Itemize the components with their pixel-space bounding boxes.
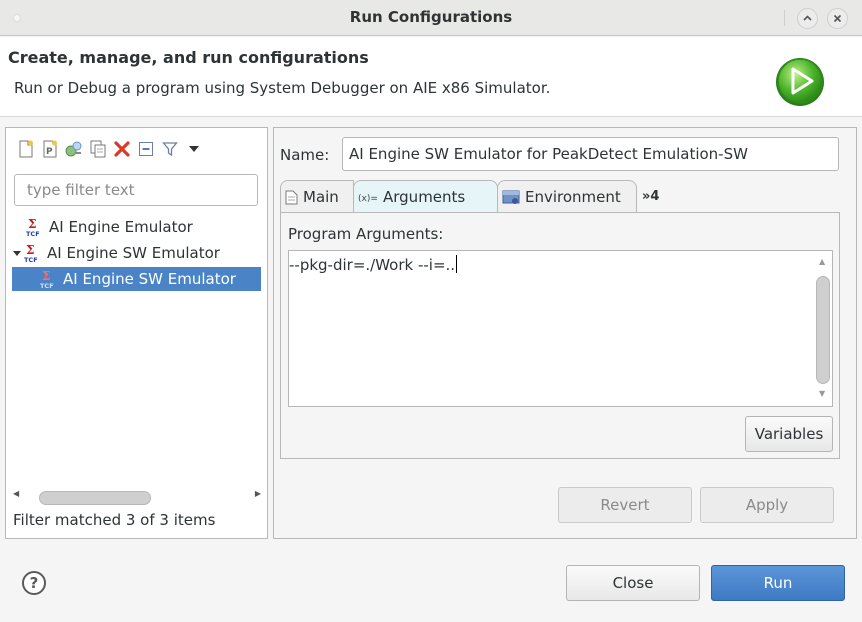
tree-item-label: AI Engine Emulator <box>49 218 193 236</box>
scroll-down-arrow-icon[interactable]: ▼ <box>819 389 825 398</box>
program-arguments-label: Program Arguments: <box>288 225 444 243</box>
filter-status: Filter matched 3 of 3 items <box>13 511 216 529</box>
tree-item-ai-engine-sw-emulator-selected[interactable]: Σ TCF AI Engine SW Emulator <box>12 267 261 291</box>
variables-button[interactable]: Variables <box>745 416 833 452</box>
name-label: Name: <box>280 146 330 164</box>
tcf-icon: ΣTCF <box>24 243 38 263</box>
window-title: Run Configurations <box>349 8 513 26</box>
duplicate-icon <box>90 140 106 158</box>
svg-text:TCF: TCF <box>24 256 38 263</box>
banner-heading: Create, manage, and run configurations <box>8 48 369 67</box>
svg-text:TCF: TCF <box>40 282 54 289</box>
tcf-icon: ΣTCF <box>40 269 54 289</box>
filter-button[interactable] <box>160 139 180 159</box>
tab-main[interactable]: Main <box>280 180 354 213</box>
close-icon <box>833 14 842 23</box>
prototype-icon: P <box>43 140 57 158</box>
configuration-toolbar: P <box>16 138 204 160</box>
help-icon[interactable]: ? <box>22 571 46 595</box>
main-tab-icon <box>285 190 298 205</box>
name-field[interactable] <box>342 137 839 171</box>
expand-arrow-icon <box>13 251 21 256</box>
header-banner: Create, manage, and run configurations R… <box>0 37 862 117</box>
revert-button[interactable]: Revert <box>558 487 692 523</box>
chevron-up-icon <box>803 15 812 21</box>
text-caret <box>456 255 458 273</box>
new-prototype-button[interactable]: P <box>40 139 60 159</box>
title-bar: Run Configurations <box>0 0 862 36</box>
export-icon <box>65 141 82 157</box>
svg-text:P: P <box>46 147 53 157</box>
chevron-down-icon <box>189 146 199 152</box>
tcf-icon: ΣTCF <box>26 217 40 237</box>
banner-description: Run or Debug a program using System Debu… <box>14 79 551 97</box>
scroll-thumb[interactable] <box>39 491 151 505</box>
scroll-right-arrow-icon[interactable]: ▶ <box>255 489 261 498</box>
new-file-icon <box>19 140 33 158</box>
arguments-icon: (x)= <box>358 191 378 203</box>
close-button[interactable]: Close <box>566 565 700 601</box>
tree-item-label: AI Engine SW Emulator <box>63 270 236 288</box>
svg-text:Σ: Σ <box>42 269 50 283</box>
collapse-all-icon <box>139 142 153 156</box>
export-configuration-button[interactable] <box>64 139 84 159</box>
delete-icon <box>114 141 130 157</box>
scroll-left-arrow-icon[interactable]: ◀ <box>13 489 19 498</box>
arguments-tab-panel: Program Arguments: --pkg-dir=./Work --i=… <box>280 212 840 459</box>
svg-text:(x)=: (x)= <box>358 194 378 203</box>
tab-environment-label: Environment <box>525 188 621 206</box>
horizontal-scrollbar[interactable]: ◀ ▶ <box>11 486 263 505</box>
scroll-track <box>21 490 253 505</box>
tab-overflow[interactable]: »4 <box>638 180 678 213</box>
program-arguments-value: --pkg-dir=./Work --i=.. <box>289 256 456 274</box>
scroll-thumb[interactable] <box>816 276 830 384</box>
svg-text:Σ: Σ <box>28 217 36 231</box>
svg-text:Σ: Σ <box>26 243 34 257</box>
tree-item-ai-engine-sw-emulator-group[interactable]: Σ TCF AI Engine SW Emulator <box>12 241 220 265</box>
tab-bar: Main (x)= Arguments Environment »4 <box>280 180 840 213</box>
view-menu-button[interactable] <box>184 139 204 159</box>
run-button[interactable]: Run <box>711 565 845 601</box>
run-icon <box>776 58 824 106</box>
new-configuration-button[interactable] <box>16 139 36 159</box>
configuration-list-panel: P ΣTCF AI Engine Emulator ΣTCF AI En <box>5 127 268 539</box>
titlebar-divider <box>784 10 785 26</box>
close-window-button[interactable] <box>827 8 848 29</box>
environment-icon <box>502 189 520 205</box>
tree-item-label: AI Engine SW Emulator <box>47 244 220 262</box>
scroll-up-arrow-icon[interactable]: ▲ <box>819 257 825 266</box>
apply-button[interactable]: Apply <box>700 487 834 523</box>
duplicate-configuration-button[interactable] <box>88 139 108 159</box>
tree-item-ai-engine-emulator[interactable]: Σ TCF AI Engine Emulator <box>26 215 193 239</box>
tab-environment[interactable]: Environment <box>497 180 637 213</box>
delete-configuration-button[interactable] <box>112 139 132 159</box>
maximize-button[interactable] <box>797 8 818 29</box>
filter-input[interactable] <box>14 174 258 206</box>
tab-arguments-label: Arguments <box>383 188 466 206</box>
program-arguments-textarea[interactable]: --pkg-dir=./Work --i=.. ▲ ▼ <box>288 250 833 407</box>
vertical-scrollbar[interactable]: ▲ ▼ <box>813 251 832 406</box>
configuration-editor-panel: Name: Main (x)= Arguments Environment »4… <box>273 127 857 539</box>
filter-icon <box>162 142 178 157</box>
svg-text:TCF: TCF <box>26 230 40 237</box>
tab-overflow-label: »4 <box>642 189 660 204</box>
collapse-all-button[interactable] <box>136 139 156 159</box>
tab-arguments[interactable]: (x)= Arguments <box>353 180 498 213</box>
tab-main-label: Main <box>303 188 339 206</box>
